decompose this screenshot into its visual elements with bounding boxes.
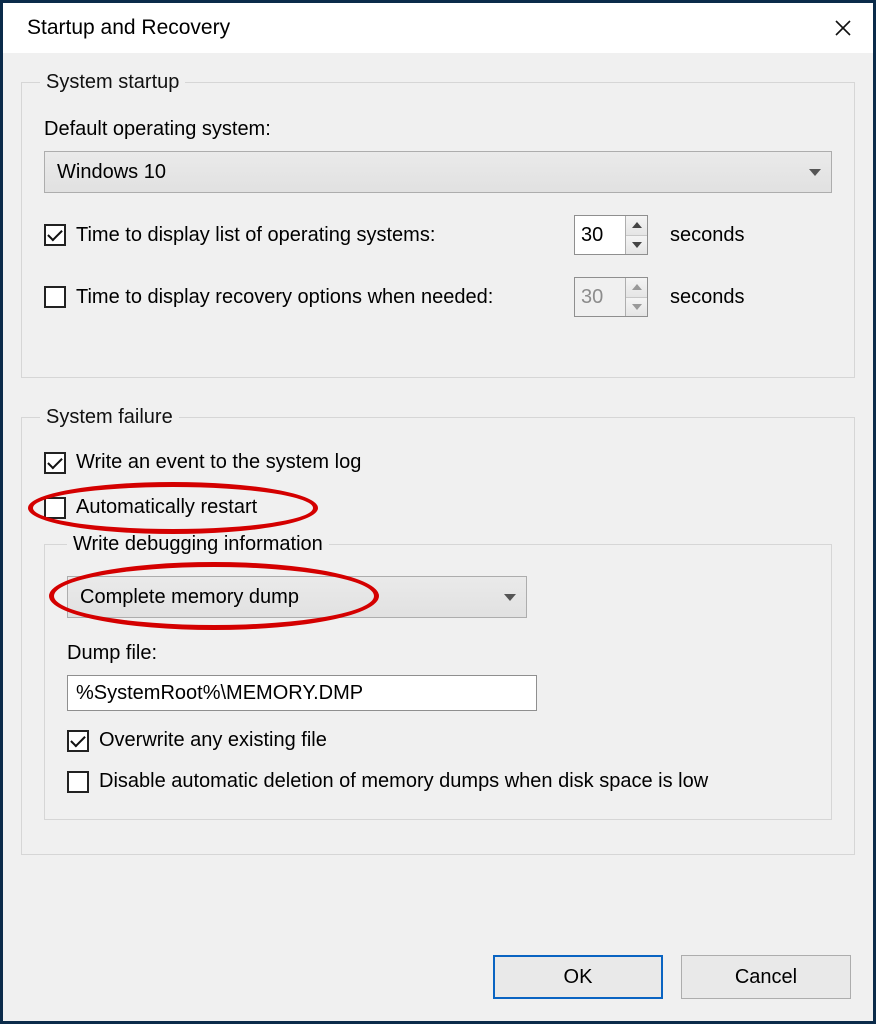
- display-list-label: Time to display list of operating system…: [76, 224, 435, 247]
- cancel-button[interactable]: Cancel: [681, 955, 851, 999]
- write-event-checkbox[interactable]: [44, 452, 66, 474]
- system-startup-legend: System startup: [40, 71, 185, 94]
- dump-type-select[interactable]: Complete memory dump: [67, 576, 527, 618]
- auto-restart-checkbox[interactable]: [44, 497, 66, 519]
- display-list-input[interactable]: [575, 216, 625, 254]
- spin-up[interactable]: [626, 216, 647, 236]
- dialog-window: Startup and Recovery System startup Defa…: [0, 0, 876, 1024]
- display-list-checkbox[interactable]: [44, 224, 66, 246]
- default-os-label: Default operating system:: [44, 118, 832, 141]
- overwrite-checkbox[interactable]: [67, 730, 89, 752]
- titlebar: Startup and Recovery: [3, 3, 873, 53]
- dialog-body: System startup Default operating system:…: [3, 53, 873, 1021]
- dialog-title: Startup and Recovery: [27, 16, 230, 40]
- display-recovery-input: [575, 278, 625, 316]
- display-recovery-label: Time to display recovery options when ne…: [76, 286, 493, 309]
- system-failure-legend: System failure: [40, 406, 179, 429]
- chevron-down-icon: [809, 169, 821, 176]
- spin-up-disabled: [626, 278, 647, 298]
- dump-type-value: Complete memory dump: [80, 586, 299, 609]
- ok-button[interactable]: OK: [493, 955, 663, 999]
- disable-autodelete-label: Disable automatic deletion of memory dum…: [99, 770, 708, 793]
- chevron-down-icon: [504, 594, 516, 601]
- display-recovery-checkbox[interactable]: [44, 286, 66, 308]
- write-debug-info-group: Write debugging information Complete mem…: [44, 533, 832, 820]
- system-startup-group: System startup Default operating system:…: [21, 71, 855, 378]
- display-list-seconds[interactable]: [574, 215, 648, 255]
- dump-file-label: Dump file:: [67, 642, 809, 665]
- display-recovery-seconds: [574, 277, 648, 317]
- spin-down-disabled: [626, 298, 647, 317]
- close-icon: [835, 20, 851, 36]
- write-debug-info-legend: Write debugging information: [67, 533, 329, 556]
- overwrite-label: Overwrite any existing file: [99, 729, 327, 752]
- display-recovery-unit: seconds: [670, 286, 745, 309]
- system-failure-group: System failure Write an event to the sys…: [21, 406, 855, 855]
- default-os-value: Windows 10: [57, 161, 166, 184]
- display-list-unit: seconds: [670, 224, 745, 247]
- default-os-select[interactable]: Windows 10: [44, 151, 832, 193]
- close-button[interactable]: [823, 8, 863, 48]
- spin-down[interactable]: [626, 236, 647, 255]
- cancel-button-label: Cancel: [735, 966, 797, 989]
- dialog-buttons: OK Cancel: [493, 955, 851, 999]
- disable-autodelete-checkbox[interactable]: [67, 771, 89, 793]
- auto-restart-label: Automatically restart: [76, 496, 257, 519]
- dump-file-input[interactable]: [67, 675, 537, 711]
- write-event-label: Write an event to the system log: [76, 451, 361, 474]
- ok-button-label: OK: [564, 966, 593, 989]
